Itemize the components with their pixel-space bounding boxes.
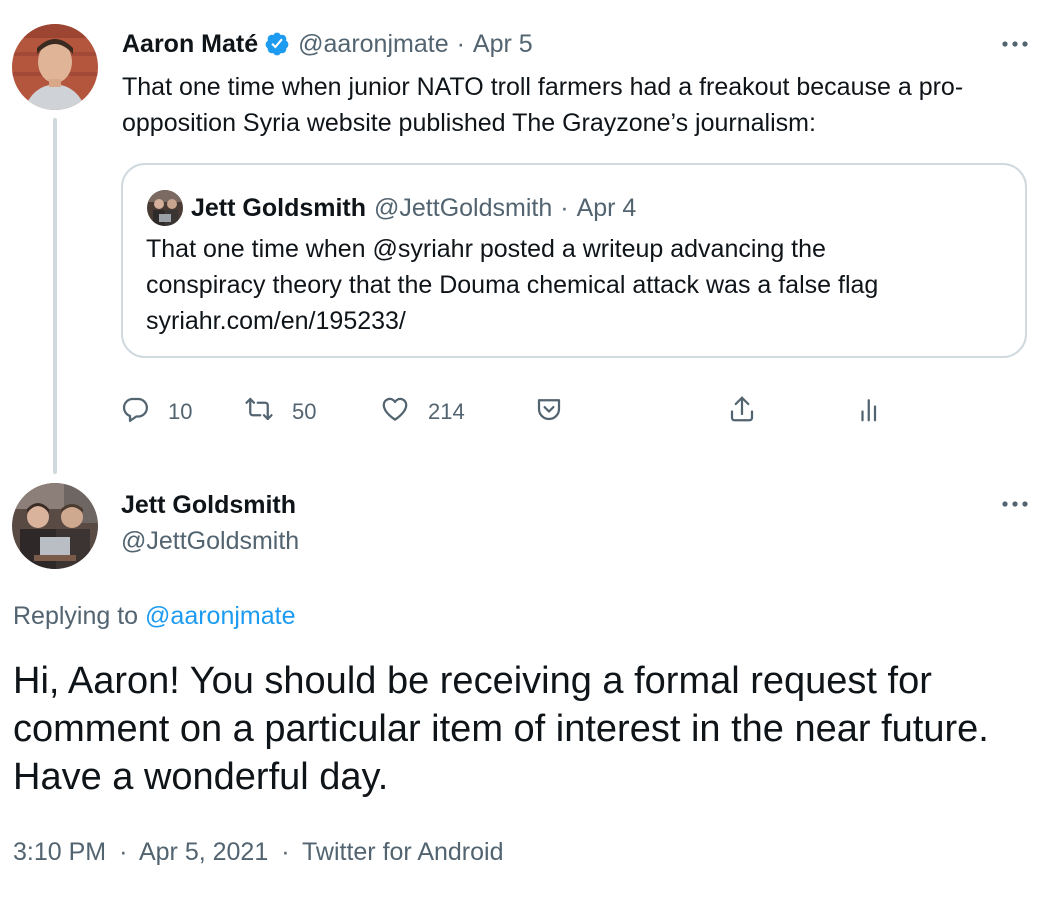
avatar-jett[interactable] bbox=[12, 483, 98, 569]
tweet-text: That one time when junior NATO troll far… bbox=[122, 73, 964, 137]
quoted-tweet-text: That one time when @syriahr posted a wri… bbox=[146, 231, 1006, 339]
author-handle[interactable]: @aaronjmate bbox=[298, 30, 448, 59]
separator-dot: · bbox=[281, 838, 290, 866]
quoted-tweet-date: Apr 4 bbox=[576, 193, 637, 222]
reply-author-name[interactable]: Jett Goldsmith bbox=[121, 487, 296, 523]
quoted-text-line: conspiracy theory that the Douma chemica… bbox=[146, 271, 879, 299]
tweet-header: Aaron Maté @aaronjmate · Apr 5 bbox=[122, 26, 533, 62]
separator-dot: · bbox=[560, 193, 569, 222]
tweet-meta: 3:10 PM · Apr 5, 2021 · Twitter for Andr… bbox=[13, 834, 504, 870]
tweet-source[interactable]: Twitter for Android bbox=[302, 838, 503, 866]
bookmark-icon bbox=[534, 394, 564, 430]
tweet-date[interactable]: Apr 5 bbox=[473, 30, 533, 59]
analytics-icon bbox=[855, 394, 885, 430]
separator-dot: · bbox=[119, 838, 128, 866]
share-button[interactable] bbox=[727, 394, 757, 430]
author-name[interactable]: Aaron Maté bbox=[122, 30, 258, 59]
reply-button[interactable]: 10 bbox=[120, 394, 192, 430]
quoted-author-handle: @JettGoldsmith bbox=[374, 193, 553, 222]
tweet-time[interactable]: 3:10 PM bbox=[13, 838, 106, 866]
verified-badge-icon bbox=[264, 31, 290, 57]
quoted-tweet-card[interactable]: Jett Goldsmith @JettGoldsmith · Apr 4 Th… bbox=[121, 163, 1027, 358]
bookmark-button[interactable] bbox=[534, 394, 564, 430]
more-icon[interactable] bbox=[1000, 34, 1030, 54]
replying-to-mention[interactable]: @aaronjmate bbox=[145, 602, 295, 630]
quoted-text-line: That one time when @syriahr posted a wri… bbox=[146, 235, 826, 263]
more-icon[interactable] bbox=[1000, 494, 1030, 514]
retweet-count: 50 bbox=[292, 399, 317, 424]
like-count: 214 bbox=[428, 399, 465, 424]
replying-to: Replying to @aaronjmate bbox=[13, 598, 295, 634]
separator-dot: · bbox=[456, 29, 465, 58]
reply-tweet-text: Hi, Aaron! You should be receiving a for… bbox=[13, 660, 989, 798]
quoted-link[interactable]: syriahr.com/en/195233/ bbox=[146, 303, 1006, 339]
quoted-author-name: Jett Goldsmith bbox=[191, 193, 367, 222]
share-icon bbox=[727, 394, 757, 430]
like-button[interactable]: 214 bbox=[380, 394, 465, 430]
avatar-jett-small bbox=[147, 190, 183, 226]
retweet-button[interactable]: 50 bbox=[244, 394, 316, 430]
thread-line bbox=[53, 118, 57, 474]
reply-icon bbox=[120, 394, 150, 430]
avatar-aaron[interactable] bbox=[12, 24, 98, 110]
replying-to-label: Replying to bbox=[13, 602, 139, 630]
like-icon bbox=[380, 394, 410, 430]
retweet-icon bbox=[244, 394, 274, 430]
tweet-full-date[interactable]: Apr 5, 2021 bbox=[139, 838, 268, 866]
quoted-tweet-header: Jett Goldsmith @JettGoldsmith · Apr 4 bbox=[191, 190, 636, 226]
reply-count: 10 bbox=[168, 399, 193, 424]
reply-author-handle[interactable]: @JettGoldsmith bbox=[121, 523, 299, 559]
analytics-button[interactable] bbox=[855, 394, 885, 430]
